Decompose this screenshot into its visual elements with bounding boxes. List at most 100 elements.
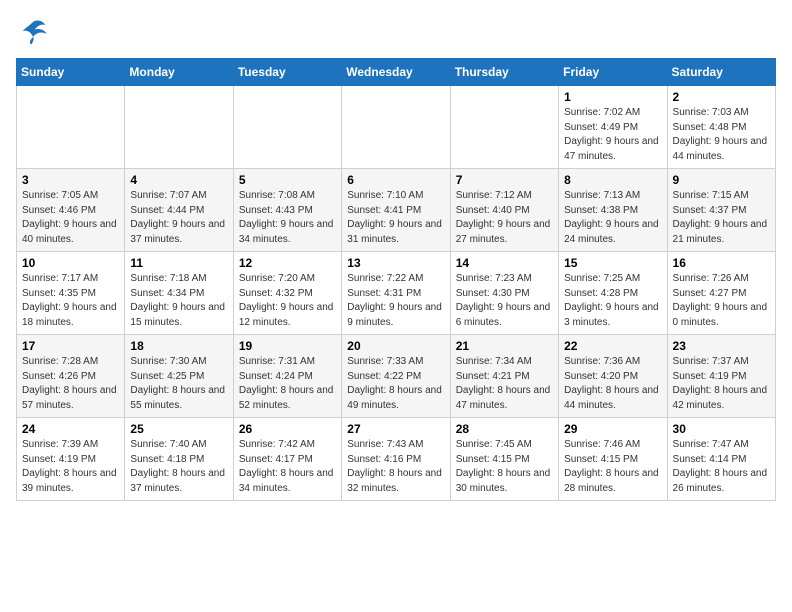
logo-bird-icon xyxy=(18,16,48,46)
calendar-header-sunday: Sunday xyxy=(17,59,125,86)
day-info: Sunrise: 7:43 AM Sunset: 4:16 PM Dayligh… xyxy=(347,438,444,496)
day-info: Sunrise: 7:33 AM Sunset: 4:22 PM Dayligh… xyxy=(347,355,444,413)
day-number: 24 xyxy=(22,422,119,436)
day-info: Sunrise: 7:23 AM Sunset: 4:30 PM Dayligh… xyxy=(456,272,553,330)
day-number: 6 xyxy=(347,173,444,187)
day-info: Sunrise: 7:03 AM Sunset: 4:48 PM Dayligh… xyxy=(673,106,770,164)
day-info: Sunrise: 7:30 AM Sunset: 4:25 PM Dayligh… xyxy=(130,355,227,413)
day-info: Sunrise: 7:05 AM Sunset: 4:46 PM Dayligh… xyxy=(22,189,119,247)
day-info: Sunrise: 7:02 AM Sunset: 4:49 PM Dayligh… xyxy=(564,106,661,164)
calendar-cell: 27Sunrise: 7:43 AM Sunset: 4:16 PM Dayli… xyxy=(342,418,450,501)
day-number: 13 xyxy=(347,256,444,270)
calendar-header-friday: Friday xyxy=(559,59,667,86)
calendar-cell: 5 Sunrise: 7:08 AM Sunset: 4:43 PM Daylig… xyxy=(233,169,341,252)
calendar-cell: 20 Sunrise: 7:33 AM Sunset: 4:22 PM Dayli… xyxy=(342,335,450,418)
day-info: Sunrise: 7:17 AM Sunset: 4:35 PM Dayligh… xyxy=(22,272,119,330)
day-number: 16 xyxy=(673,256,770,270)
calendar-week-row: 24 Sunrise: 7:39 AM Sunset: 4:19 PM Dayli… xyxy=(17,418,776,501)
day-number: 9 xyxy=(673,173,770,187)
day-info: Sunrise: 7:07 AM Sunset: 4:44 PM Dayligh… xyxy=(130,189,227,247)
day-info: Sunrise: 7:08 AM Sunset: 4:43 PM Dayligh… xyxy=(239,189,336,247)
day-number: 22 xyxy=(564,339,661,353)
calendar-cell: 8 Sunrise: 7:13 AM Sunset: 4:38 PM Daylig… xyxy=(559,169,667,252)
calendar-cell: 10 Sunrise: 7:17 AM Sunset: 4:35 PM Dayli… xyxy=(17,252,125,335)
day-number: 3 xyxy=(22,173,119,187)
day-info: Sunrise: 7:31 AM Sunset: 4:24 PM Dayligh… xyxy=(239,355,336,413)
calendar-cell: 28 Sunrise: 7:45 AM Sunset: 4:15 PM Dayli… xyxy=(450,418,558,501)
day-number: 19 xyxy=(239,339,336,353)
day-info: Sunrise: 7:22 AM Sunset: 4:31 PM Dayligh… xyxy=(347,272,444,330)
calendar-cell: 2 Sunrise: 7:03 AM Sunset: 4:48 PM Daylig… xyxy=(667,86,775,169)
day-number: 11 xyxy=(130,256,227,270)
day-number: 23 xyxy=(673,339,770,353)
logo xyxy=(16,16,48,46)
day-info: Sunrise: 7:37 AM Sunset: 4:19 PM Dayligh… xyxy=(673,355,770,413)
day-info: Sunrise: 7:36 AM Sunset: 4:20 PM Dayligh… xyxy=(564,355,661,413)
day-number: 25 xyxy=(130,422,227,436)
calendar-cell: 11 Sunrise: 7:18 AM Sunset: 4:34 PM Dayli… xyxy=(125,252,233,335)
day-number: 28 xyxy=(456,422,553,436)
calendar-cell xyxy=(450,86,558,169)
day-info: Sunrise: 7:39 AM Sunset: 4:19 PM Dayligh… xyxy=(22,438,119,496)
calendar-cell: 17 Sunrise: 7:28 AM Sunset: 4:26 PM Dayli… xyxy=(17,335,125,418)
day-number: 17 xyxy=(22,339,119,353)
calendar-header-thursday: Thursday xyxy=(450,59,558,86)
calendar-cell: 23 Sunrise: 7:37 AM Sunset: 4:19 PM Dayli… xyxy=(667,335,775,418)
calendar-cell: 6 Sunrise: 7:10 AM Sunset: 4:41 PM Daylig… xyxy=(342,169,450,252)
calendar-week-row: 1 Sunrise: 7:02 AM Sunset: 4:49 PM Daylig… xyxy=(17,86,776,169)
day-info: Sunrise: 7:25 AM Sunset: 4:28 PM Dayligh… xyxy=(564,272,661,330)
calendar-cell: 9Sunrise: 7:15 AM Sunset: 4:37 PM Daylig… xyxy=(667,169,775,252)
day-info: Sunrise: 7:34 AM Sunset: 4:21 PM Dayligh… xyxy=(456,355,553,413)
calendar-week-row: 10 Sunrise: 7:17 AM Sunset: 4:35 PM Dayli… xyxy=(17,252,776,335)
calendar-cell: 30Sunrise: 7:47 AM Sunset: 4:14 PM Dayli… xyxy=(667,418,775,501)
day-info: Sunrise: 7:46 AM Sunset: 4:15 PM Dayligh… xyxy=(564,438,661,496)
calendar-week-row: 3 Sunrise: 7:05 AM Sunset: 4:46 PM Daylig… xyxy=(17,169,776,252)
day-number: 20 xyxy=(347,339,444,353)
day-number: 7 xyxy=(456,173,553,187)
calendar-cell: 22 Sunrise: 7:36 AM Sunset: 4:20 PM Dayli… xyxy=(559,335,667,418)
calendar-header-saturday: Saturday xyxy=(667,59,775,86)
calendar-cell: 4 Sunrise: 7:07 AM Sunset: 4:44 PM Daylig… xyxy=(125,169,233,252)
calendar-header-monday: Monday xyxy=(125,59,233,86)
day-number: 12 xyxy=(239,256,336,270)
calendar-table: SundayMondayTuesdayWednesdayThursdayFrid… xyxy=(16,58,776,501)
calendar-cell: 29Sunrise: 7:46 AM Sunset: 4:15 PM Dayli… xyxy=(559,418,667,501)
calendar-cell: 25 Sunrise: 7:40 AM Sunset: 4:18 PM Dayli… xyxy=(125,418,233,501)
day-info: Sunrise: 7:12 AM Sunset: 4:40 PM Dayligh… xyxy=(456,189,553,247)
day-info: Sunrise: 7:26 AM Sunset: 4:27 PM Dayligh… xyxy=(673,272,770,330)
calendar-cell: 16 Sunrise: 7:26 AM Sunset: 4:27 PM Dayli… xyxy=(667,252,775,335)
calendar-header-wednesday: Wednesday xyxy=(342,59,450,86)
calendar-cell: 14Sunrise: 7:23 AM Sunset: 4:30 PM Dayli… xyxy=(450,252,558,335)
calendar-cell xyxy=(342,86,450,169)
calendar-cell: 26Sunrise: 7:42 AM Sunset: 4:17 PM Dayli… xyxy=(233,418,341,501)
day-info: Sunrise: 7:40 AM Sunset: 4:18 PM Dayligh… xyxy=(130,438,227,496)
calendar-cell: 3 Sunrise: 7:05 AM Sunset: 4:46 PM Daylig… xyxy=(17,169,125,252)
calendar-cell: 12Sunrise: 7:20 AM Sunset: 4:32 PM Dayli… xyxy=(233,252,341,335)
calendar-cell: 1 Sunrise: 7:02 AM Sunset: 4:49 PM Daylig… xyxy=(559,86,667,169)
day-number: 21 xyxy=(456,339,553,353)
day-number: 1 xyxy=(564,90,661,104)
day-number: 10 xyxy=(22,256,119,270)
day-info: Sunrise: 7:10 AM Sunset: 4:41 PM Dayligh… xyxy=(347,189,444,247)
day-number: 15 xyxy=(564,256,661,270)
day-number: 5 xyxy=(239,173,336,187)
day-info: Sunrise: 7:18 AM Sunset: 4:34 PM Dayligh… xyxy=(130,272,227,330)
day-info: Sunrise: 7:28 AM Sunset: 4:26 PM Dayligh… xyxy=(22,355,119,413)
day-info: Sunrise: 7:42 AM Sunset: 4:17 PM Dayligh… xyxy=(239,438,336,496)
calendar-cell: 15 Sunrise: 7:25 AM Sunset: 4:28 PM Dayli… xyxy=(559,252,667,335)
day-number: 18 xyxy=(130,339,227,353)
day-info: Sunrise: 7:13 AM Sunset: 4:38 PM Dayligh… xyxy=(564,189,661,247)
calendar-cell xyxy=(125,86,233,169)
calendar-header-tuesday: Tuesday xyxy=(233,59,341,86)
day-number: 4 xyxy=(130,173,227,187)
day-info: Sunrise: 7:45 AM Sunset: 4:15 PM Dayligh… xyxy=(456,438,553,496)
calendar-week-row: 17 Sunrise: 7:28 AM Sunset: 4:26 PM Dayli… xyxy=(17,335,776,418)
calendar-cell: 7 Sunrise: 7:12 AM Sunset: 4:40 PM Daylig… xyxy=(450,169,558,252)
calendar-header-row: SundayMondayTuesdayWednesdayThursdayFrid… xyxy=(17,59,776,86)
day-number: 8 xyxy=(564,173,661,187)
day-number: 2 xyxy=(673,90,770,104)
day-info: Sunrise: 7:47 AM Sunset: 4:14 PM Dayligh… xyxy=(673,438,770,496)
header xyxy=(16,16,776,46)
calendar-cell xyxy=(233,86,341,169)
calendar-cell: 21 Sunrise: 7:34 AM Sunset: 4:21 PM Dayli… xyxy=(450,335,558,418)
